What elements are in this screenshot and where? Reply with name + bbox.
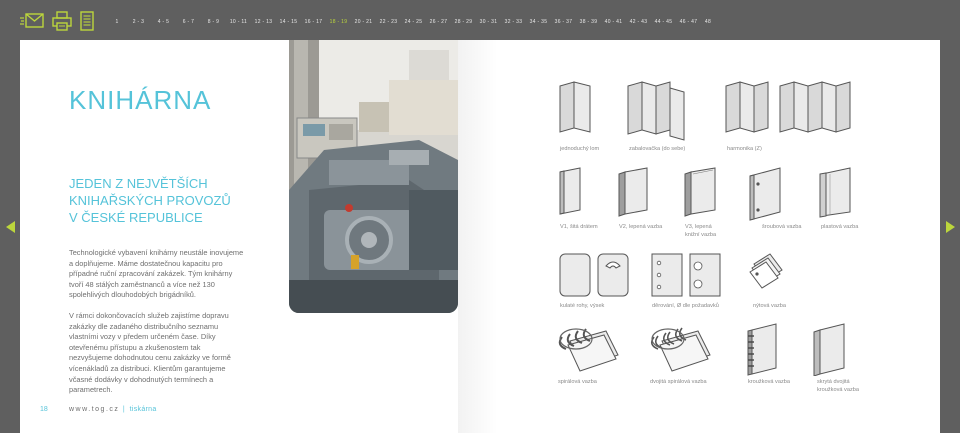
sroubova-vazba-icon (749, 167, 781, 221)
caption-v1: V1, šitá drátem (560, 224, 598, 230)
document-list-icon[interactable] (80, 11, 94, 31)
page-link[interactable]: 48 (701, 19, 715, 31)
page-link[interactable]: 12 - 13 (251, 19, 276, 31)
caption-krouzkova: kroužková vazba (748, 379, 790, 385)
page-navigation: 12 - 34 - 56 - 78 - 9 10 - 11 12 - 13 14 - … (108, 19, 715, 31)
page-subtitle: JEDEN Z NEJVĚTŠÍCH KNIHAŘSKÝCH PROVOZŮ V… (69, 176, 231, 225)
page-link[interactable]: 28 - 29 (451, 19, 476, 31)
page-link[interactable]: 38 - 39 (576, 19, 601, 31)
caption-dvojita-spiralova: dvojitá spirálová vazba (650, 379, 707, 385)
spiralova-vazba-icon (558, 328, 619, 372)
envelope-icon[interactable] (20, 13, 44, 29)
page-link[interactable]: 36 - 37 (551, 19, 576, 31)
footer-separator: | (122, 406, 127, 413)
page-link[interactable]: 20 - 21 (351, 19, 376, 31)
page-link[interactable]: 46 - 47 (676, 19, 701, 31)
page-link[interactable]: 22 - 23 (376, 19, 401, 31)
page-link[interactable]: 6 - 7 (176, 19, 201, 31)
caption-jednoduchy-lom: jednoduchý lom (560, 146, 600, 152)
page-link[interactable]: 4 - 5 (151, 19, 176, 31)
footer-url[interactable]: www.tog.cz (69, 406, 119, 413)
page-link[interactable]: 14 - 15 (276, 19, 301, 31)
next-page-arrow-icon[interactable] (946, 221, 955, 233)
caption-v2: V2, lepená vazba (619, 224, 663, 230)
page-link[interactable]: 42 - 43 (626, 19, 651, 31)
harmonika-icon (725, 81, 851, 133)
page-title: KNIHÁRNA (69, 85, 212, 115)
footer-section: tiskárna (129, 406, 157, 413)
caption-derovani: děrování, Ø dle požadavků (652, 303, 719, 309)
caption-plastova: plastová vazba (821, 224, 859, 230)
caption-skryta: skrytá dvojitá kroužková vazba (817, 379, 859, 393)
v3-knizni-vazba-icon (684, 167, 716, 217)
page-link[interactable]: 40 - 41 (601, 19, 626, 31)
footer: www.tog.cz | tiskárna (69, 406, 157, 413)
page-link[interactable]: 34 - 35 (526, 19, 551, 31)
page-link[interactable]: 2 - 3 (126, 19, 151, 31)
skryta-krouzkova-vazba-icon (813, 323, 845, 376)
plastova-vazba-icon (819, 167, 851, 218)
page-link[interactable]: 26 - 27 (426, 19, 451, 31)
page-link[interactable]: 18 - 19 (326, 19, 351, 31)
page-number: 18 (40, 406, 48, 413)
body-text: Technologické vybavení knihárny neustále… (69, 248, 244, 396)
top-toolbar: 12 - 34 - 56 - 78 - 9 10 - 11 12 - 13 14 - … (0, 0, 960, 40)
dvojita-spiralova-vazba-icon (650, 327, 711, 372)
krouzkova-vazba-icon (747, 323, 777, 376)
derovani-icon (651, 253, 721, 297)
caption-v3: V3, lepená knižní vazba (685, 224, 717, 238)
printer-icon[interactable] (52, 11, 72, 31)
bookbinding-machine-photo (289, 40, 458, 313)
caption-nytova: nýtová vazba (753, 303, 786, 309)
page-link[interactable]: 10 - 11 (226, 19, 251, 31)
page-link[interactable]: 30 - 31 (476, 19, 501, 31)
caption-zabalovacka: zabalovačka (do sebe) (629, 146, 686, 152)
page-link[interactable]: 24 - 25 (401, 19, 426, 31)
previous-page-arrow-icon[interactable] (6, 221, 15, 233)
page-fold-shadow (458, 40, 498, 433)
page-link[interactable]: 32 - 33 (501, 19, 526, 31)
page-link[interactable]: 1 (108, 19, 126, 31)
nytova-vazba-icon (749, 253, 783, 289)
caption-harmonika: harmonika (Z) (727, 146, 762, 152)
page-link[interactable]: 44 - 45 (651, 19, 676, 31)
kulate-rohy-vysek-icon (559, 253, 629, 297)
caption-sroubova: šroubová vazba (762, 224, 802, 230)
jednoduchy-lom-icon (559, 81, 591, 133)
caption-spiralova: spirálová vazba (558, 379, 597, 385)
paragraph-1: Technologické vybavení knihárny neustále… (69, 248, 244, 300)
caption-kulate: kulaté rohy, výsek (560, 303, 605, 309)
v2-lepena-vazba-icon (618, 167, 648, 217)
v1-sita-dratem-icon (559, 167, 581, 215)
zabalovacka-icon (627, 81, 685, 141)
page-link[interactable]: 16 - 17 (301, 19, 326, 31)
page-link[interactable]: 8 - 9 (201, 19, 226, 31)
paragraph-2: V rámci dokončovacích služeb zajistíme d… (69, 310, 231, 395)
